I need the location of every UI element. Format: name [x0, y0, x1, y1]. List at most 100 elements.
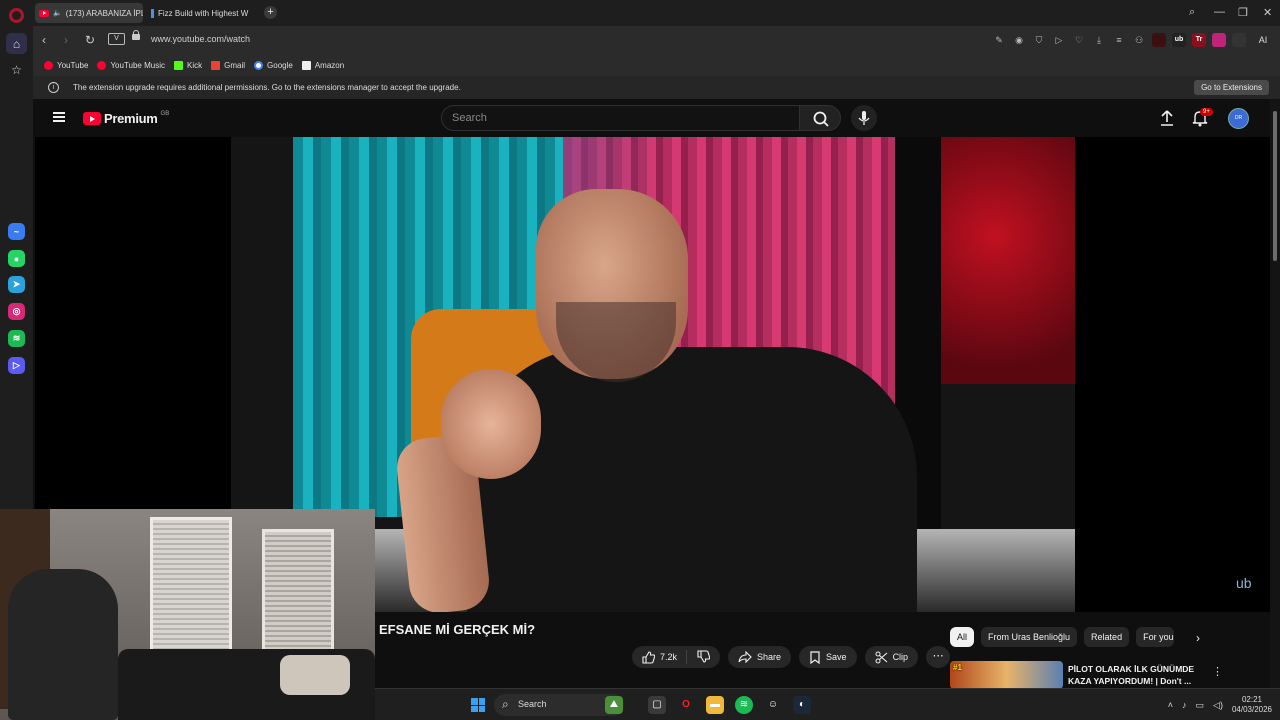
like-count: 7.2k	[660, 652, 678, 662]
infobar-message: The extension upgrade requires additiona…	[73, 83, 461, 92]
reload-icon[interactable]: ↻	[85, 33, 95, 47]
chip-all[interactable]: All	[950, 627, 975, 647]
url-field[interactable]: www.youtube.com/watch	[151, 34, 250, 44]
close-icon[interactable]: ✕	[1263, 6, 1272, 19]
youtube-favicon-icon	[39, 9, 49, 17]
chip-related[interactable]: Related	[1084, 627, 1130, 647]
search-input[interactable]: Search	[441, 105, 799, 131]
spotify-icon[interactable]: ≋	[8, 330, 25, 347]
upload-icon[interactable]	[1159, 109, 1175, 127]
video-menu-icon[interactable]: ⋮	[1212, 665, 1223, 678]
vpn-badge[interactable]: V	[108, 33, 125, 45]
shield-icon[interactable]: ⛉	[1032, 33, 1046, 47]
camera-icon[interactable]: ◉	[1012, 33, 1026, 47]
home-icon[interactable]: ⌂	[6, 33, 27, 54]
lock-icon[interactable]	[132, 30, 140, 40]
new-tab-button[interactable]: +	[264, 6, 277, 19]
bookmark-youtube[interactable]: YouTube	[44, 60, 89, 70]
recommendation-chips: All From Uras Benlioğlu Related For you	[950, 627, 1175, 647]
page-scrollbar[interactable]	[1270, 99, 1280, 720]
player-icon[interactable]: ▷	[8, 357, 25, 374]
bookmark-label: YouTube	[57, 60, 89, 70]
channel-watermark[interactable]: ub	[1236, 575, 1252, 591]
recommended-video[interactable]: #1 PİLOT OLARAK İLK GÜNÜMDE KAZA YAPIYOR…	[950, 661, 1270, 691]
bookmark-icon	[810, 650, 820, 664]
bookmark-amazon[interactable]: Amazon	[301, 60, 344, 70]
recommended-video-title[interactable]: PİLOT OLARAK İLK GÜNÜMDE KAZA YAPIYORDUM…	[1068, 663, 1203, 687]
ai-button[interactable]: AI	[1252, 33, 1274, 47]
tab-search-icon[interactable]: ⌕	[1189, 6, 1195, 19]
whatsapp-icon[interactable]: ●	[8, 250, 25, 267]
bookmark-kick[interactable]: Kick	[174, 60, 203, 70]
edit-icon[interactable]: ✎	[992, 33, 1006, 47]
video-thumbnail[interactable]	[950, 661, 1063, 689]
volume-icon[interactable]: ◁)	[1213, 700, 1223, 711]
scrollbar-thumb[interactable]	[1273, 111, 1277, 261]
voice-search-button[interactable]	[851, 105, 877, 131]
windows-start-icon[interactable]	[471, 698, 485, 712]
puzzle-icon[interactable]	[1232, 33, 1246, 47]
steam-icon[interactable]: ◐	[793, 696, 811, 714]
restore-icon[interactable]: ❐	[1238, 6, 1248, 19]
logo-country: GB	[160, 111, 170, 117]
avatar[interactable]: DR	[1228, 108, 1249, 129]
scissors-icon	[875, 651, 887, 663]
instagram-icon[interactable]: ◎	[8, 303, 25, 320]
thumbs-up-icon	[642, 650, 655, 664]
search-icon	[813, 111, 829, 127]
translate-icon[interactable]: Tr	[1192, 33, 1206, 47]
bookmark-gmail[interactable]: Gmail	[211, 60, 246, 70]
tab-youtube[interactable]: 🔈 (173) ARABANIZA İPL	[35, 3, 143, 23]
opera-logo-icon[interactable]	[9, 8, 24, 23]
opera-taskbar-icon[interactable]: O	[677, 696, 695, 714]
bookmark-label: Gmail	[224, 60, 246, 70]
extension-pink-icon[interactable]	[1212, 33, 1226, 47]
download-icon[interactable]: ⤓	[1092, 33, 1106, 47]
chevron-up-icon[interactable]: ˄	[1168, 700, 1173, 710]
hamburger-menu-icon[interactable]	[53, 112, 65, 122]
tab-fizz-build[interactable]: Fizz Build with Highest W	[147, 3, 259, 23]
trending-rank: #1	[953, 663, 962, 672]
bookmarks-bar: YouTube YouTube Music Kick Gmail Google …	[33, 54, 1280, 76]
forward-icon[interactable]: ›	[64, 33, 68, 47]
dislike-button[interactable]	[687, 649, 720, 665]
chevron-right-icon[interactable]: ›	[1196, 631, 1200, 645]
windows-taskbar: Search ⛰ ▢ O ▬ ≋ ☺ ◐ ˄ ♪ ▭ ◁) 02:21 04/0…	[375, 688, 1280, 720]
video-title: EFSANE Mİ GERÇEK Mİ?	[379, 622, 536, 637]
go-to-extensions-button[interactable]: Go to Extensions	[1194, 80, 1269, 95]
save-button[interactable]: Save	[799, 646, 857, 668]
bookmark-label: Kick	[187, 60, 203, 70]
chip-for-you[interactable]: For you	[1136, 627, 1175, 647]
bookmark-label: YouTube Music	[110, 60, 165, 70]
messenger-icon[interactable]: ~	[8, 223, 25, 240]
back-icon[interactable]: ‹	[42, 33, 46, 47]
heart-icon[interactable]: ♡	[1072, 33, 1086, 47]
screen: ⌂ ☆ ~ ● ➤ ◎ ≋ ▷ 🔈 (173) ARABANIZA İPL Fi…	[0, 0, 1280, 720]
clip-button[interactable]: Clip	[864, 646, 919, 668]
more-actions-icon[interactable]: ⋯	[926, 646, 951, 668]
task-view-icon[interactable]: ▢	[648, 696, 666, 714]
play-icon[interactable]: ▷	[1052, 33, 1066, 47]
telegram-icon[interactable]: ➤	[8, 276, 25, 293]
speaker-icon[interactable]: 🔈	[53, 9, 62, 17]
profile-icon[interactable]: ⚇	[1132, 33, 1146, 47]
bookmark-youtube-music[interactable]: YouTube Music	[97, 60, 165, 70]
youtube-premium-logo[interactable]: Premium GB	[83, 111, 169, 126]
chip-from-channel[interactable]: From Uras Benlioğlu	[981, 627, 1078, 647]
search-button[interactable]	[799, 105, 841, 131]
network-icon[interactable]: ▭	[1196, 700, 1205, 711]
widgets-icon[interactable]: ⛰	[605, 696, 623, 714]
microphone-tray-icon[interactable]: ♪	[1182, 700, 1187, 710]
menu-icon[interactable]: ≡	[1112, 33, 1126, 47]
extension-icon[interactable]	[1152, 33, 1166, 47]
bookmark-google[interactable]: Google	[254, 60, 293, 70]
clock[interactable]: 02:21 04/03/2026	[1232, 695, 1272, 715]
discord-icon[interactable]: ☺	[764, 696, 782, 714]
ublock-icon[interactable]: ub	[1172, 33, 1186, 47]
spotify-taskbar-icon[interactable]: ≋	[735, 696, 753, 714]
like-button[interactable]: 7.2k	[632, 650, 688, 664]
file-explorer-icon[interactable]: ▬	[706, 696, 724, 714]
minimize-icon[interactable]: —	[1214, 6, 1225, 18]
star-icon[interactable]: ☆	[6, 59, 27, 80]
share-button[interactable]: Share	[728, 646, 792, 668]
